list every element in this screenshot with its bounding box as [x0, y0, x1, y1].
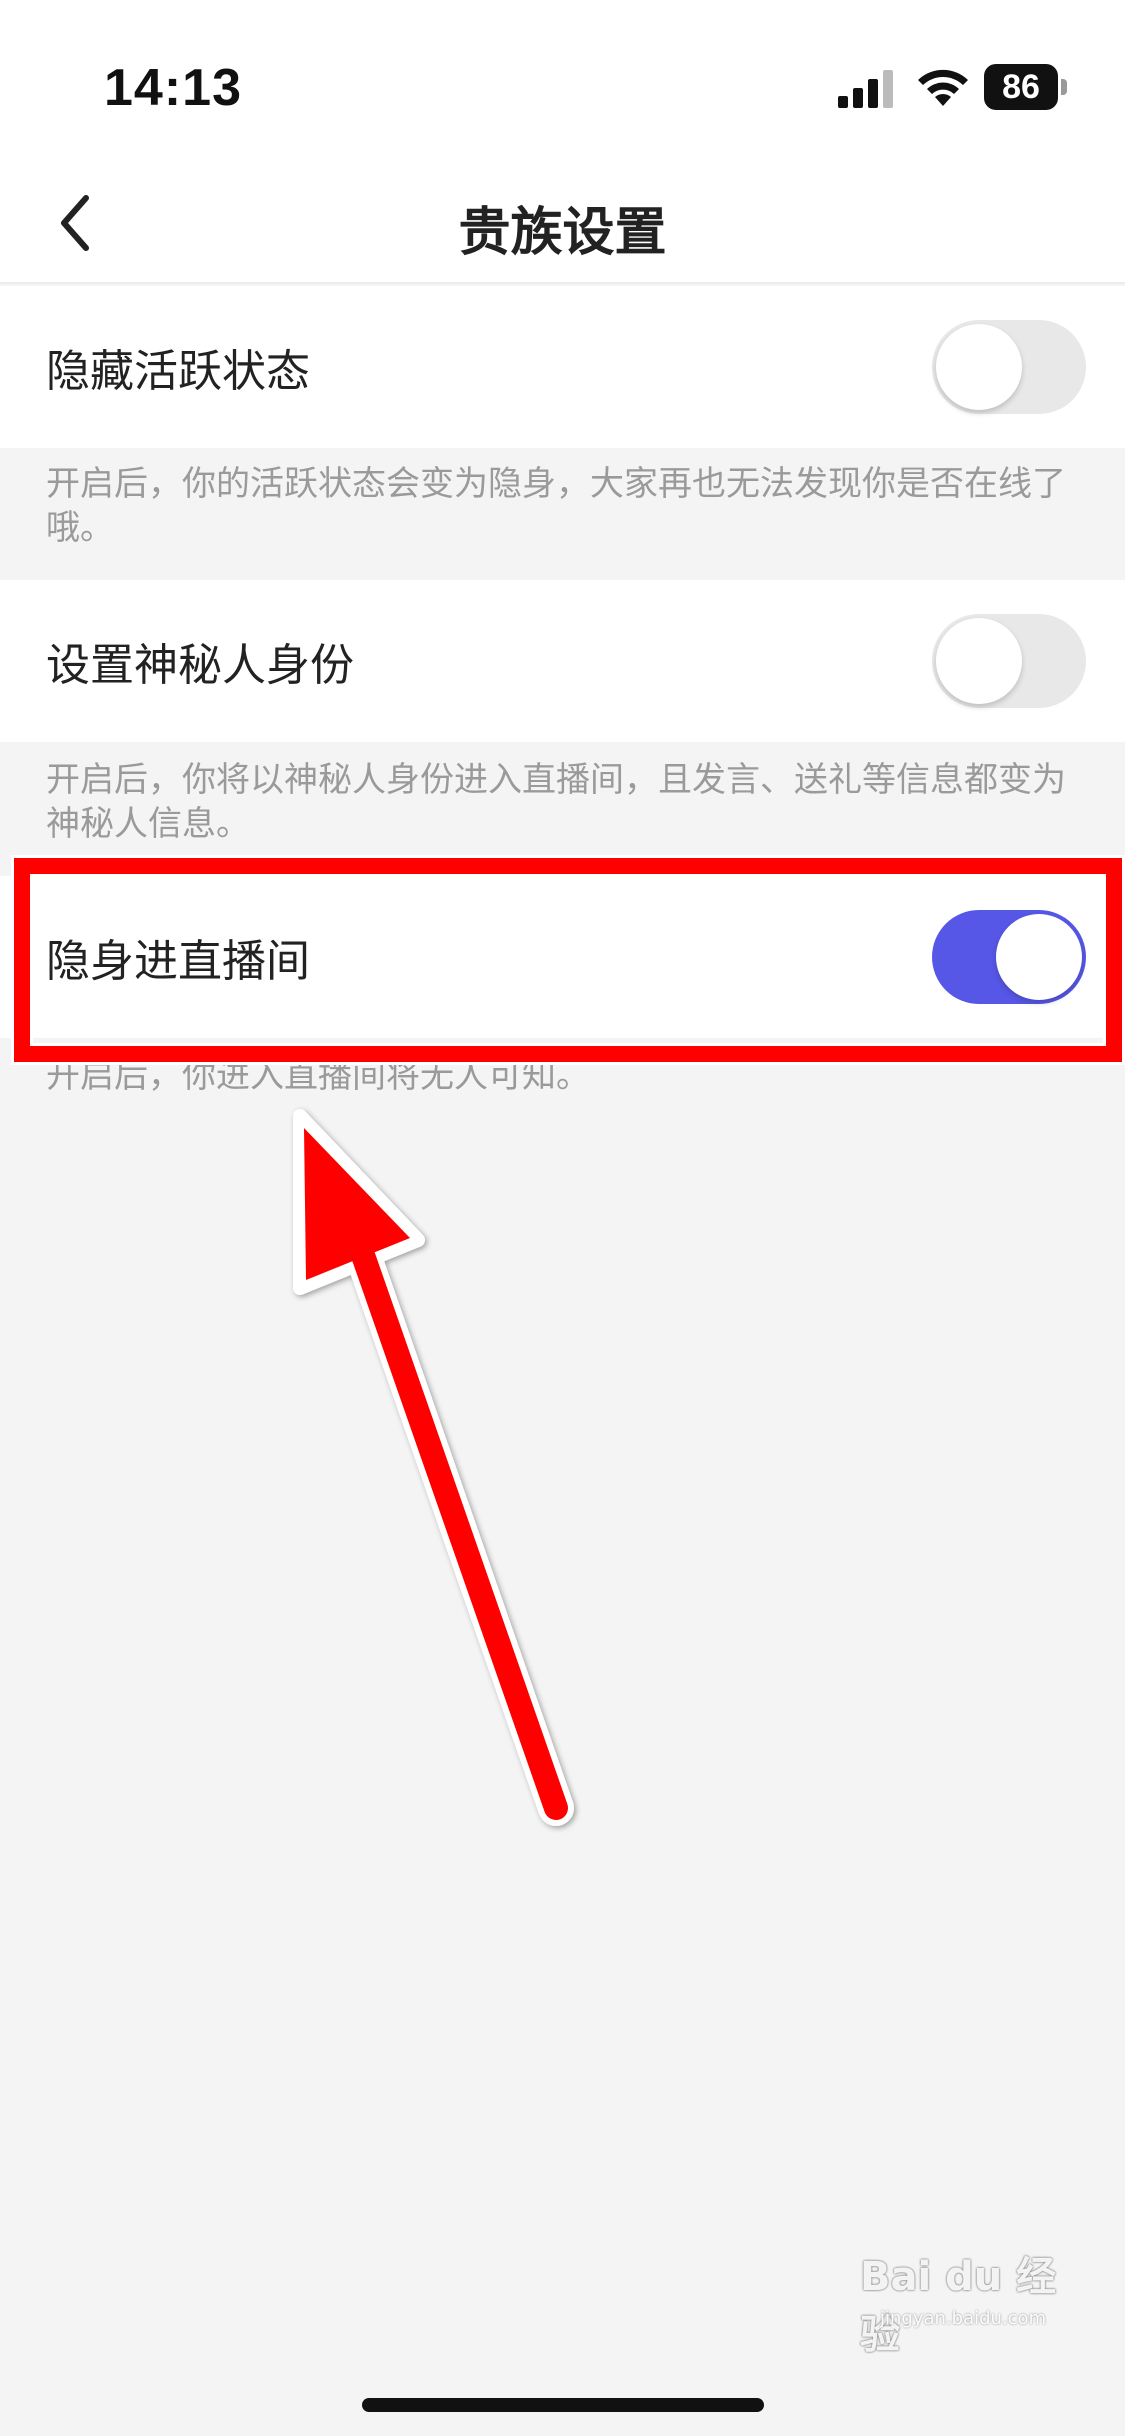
setting-row-hide-active-status: 隐藏活跃状态 [0, 286, 1125, 448]
cellular-signal-icon [838, 70, 893, 108]
wifi-icon [918, 69, 968, 106]
setting-description: 开启后，你将以神秘人身份进入直播间，且发言、送礼等信息都变为神秘人信息。 [46, 760, 1066, 844]
status-time: 14:13 [104, 59, 242, 117]
nav-bar: 贵族设置 [0, 170, 1125, 284]
setting-label: 隐藏活跃状态 [46, 346, 310, 397]
home-indicator[interactable] [362, 2398, 764, 2412]
toggle-knob [936, 618, 1022, 704]
toggle-knob [936, 324, 1022, 410]
battery-level: 86 [984, 64, 1058, 110]
battery-icon: 86 [984, 64, 1068, 110]
mystery-identity-toggle[interactable] [932, 614, 1086, 708]
hide-active-status-toggle[interactable] [932, 320, 1086, 414]
battery-cap [1061, 79, 1067, 95]
highlight-box [14, 858, 1122, 1062]
setting-description: 开启后，你的活跃状态会变为隐身，大家再也无法发现你是否在线了哦。 [46, 464, 1066, 548]
setting-label: 设置神秘人身份 [46, 640, 354, 691]
setting-row-mystery-identity: 设置神秘人身份 [0, 580, 1125, 742]
watermark-url: jingyan.baidu.com [880, 2308, 1047, 2329]
status-bar: 14:13 86 [0, 0, 1125, 170]
page-title: 贵族设置 [458, 203, 667, 263]
